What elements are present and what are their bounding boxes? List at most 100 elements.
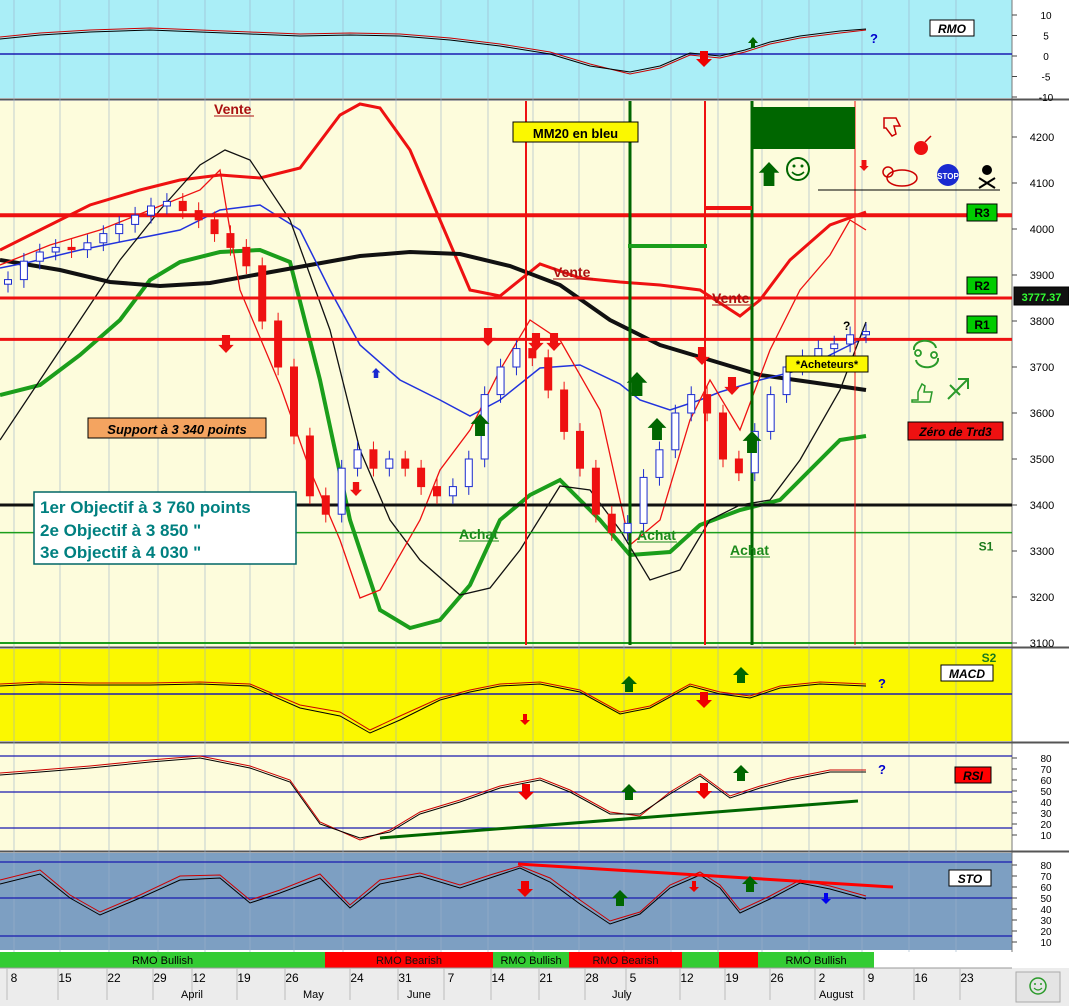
tick-label: 70 <box>1040 765 1052 776</box>
sto-title-box: STO <box>948 869 992 887</box>
candle-body <box>353 449 362 469</box>
tick-label: 10 <box>1040 831 1052 842</box>
smiley-button-icon[interactable] <box>1015 971 1061 1003</box>
candle-body <box>544 357 553 391</box>
month-label: May <box>303 989 324 1001</box>
x-tick-label: 24 <box>350 971 364 985</box>
candle-body <box>417 467 426 488</box>
x-tick-label: 31 <box>398 971 412 985</box>
x-tick-label: 12 <box>680 971 694 985</box>
tick-label: 40 <box>1040 905 1052 916</box>
vente-label-3: Vente <box>712 290 750 306</box>
candle-body <box>178 200 187 212</box>
candle-body <box>242 246 251 267</box>
candle-body <box>274 320 283 368</box>
tick-label: 10 <box>1040 938 1052 949</box>
candle-body <box>496 366 505 396</box>
last-price-label: 3777.37 <box>1022 292 1062 304</box>
candle-body <box>401 458 410 469</box>
price-label: 3700 <box>1030 362 1054 374</box>
candle-body <box>433 486 441 497</box>
x-tick-label: 26 <box>770 971 784 985</box>
tick-label: -10 <box>1039 93 1054 104</box>
candle-body <box>512 348 521 368</box>
candle-body <box>194 210 203 221</box>
candle-body <box>448 486 457 497</box>
rmo-state-band: RMO Bullish RMO Bearish RMO Bullish RMO Bea… <box>0 952 874 968</box>
tick-label: 20 <box>1040 927 1052 938</box>
tick-label: 70 <box>1040 872 1052 883</box>
candle-body <box>766 394 775 432</box>
candle-body <box>607 513 616 534</box>
price-label: 4100 <box>1030 178 1054 190</box>
price-label: 3600 <box>1030 408 1054 420</box>
tick-label: 60 <box>1040 776 1052 787</box>
stock-chart: ? RMO 1050-5-10 420041004000390038003700… <box>0 0 1069 1006</box>
tick-label: 5 <box>1043 32 1049 43</box>
candle-body <box>131 214 140 225</box>
achat-label-3: Achat <box>730 542 769 558</box>
candle-body <box>639 476 648 524</box>
candle-body <box>703 394 712 414</box>
price-label: 3200 <box>1030 592 1054 604</box>
candle-body <box>655 449 664 478</box>
candle-body <box>369 449 378 469</box>
x-tick-label: 16 <box>914 971 928 985</box>
tick-label: 50 <box>1040 894 1052 905</box>
candle-body <box>258 265 267 322</box>
r2-label: R2 <box>974 279 990 293</box>
tick-label: 80 <box>1040 861 1052 872</box>
x-tick-label: 22 <box>107 971 121 985</box>
tick-label: 30 <box>1040 809 1052 820</box>
x-tick-label: 12 <box>192 971 206 985</box>
rmo-band-segment <box>682 952 719 968</box>
svg-text:STOP: STOP <box>937 172 959 181</box>
candle-body <box>4 279 12 285</box>
rsi-title-box: RSI <box>954 766 992 784</box>
tick-label: 50 <box>1040 787 1052 798</box>
candle-body <box>99 233 108 244</box>
candle-body <box>687 394 696 414</box>
candle-body <box>528 348 537 359</box>
candle-body <box>321 495 330 515</box>
month-label: July <box>612 989 632 1001</box>
candle-body <box>623 522 632 534</box>
achat-label-2: Achat <box>637 527 676 543</box>
rmo-panel <box>0 0 1012 98</box>
tick-label: 40 <box>1040 798 1052 809</box>
rmo-title-box: RMO <box>929 19 975 37</box>
rmo-band-label: RMO Bullish <box>132 955 193 967</box>
price-label: 3500 <box>1030 454 1054 466</box>
mm20-label: MM20 en bleu <box>533 126 618 141</box>
x-tick-label: 19 <box>725 971 739 985</box>
tick-label: 60 <box>1040 883 1052 894</box>
rmo-band-label: RMO Bullish <box>785 955 846 967</box>
candle-body <box>734 458 743 474</box>
macd-title-box: MACD <box>940 664 994 682</box>
x-tick-label: 5 <box>630 971 637 985</box>
candle-body <box>305 435 314 497</box>
s2-label: S2 <box>982 651 997 665</box>
candle-body <box>591 467 600 515</box>
objective-3: 3e Objectif à 4 030 " <box>40 543 201 562</box>
candle-body <box>67 246 76 251</box>
candle-body <box>162 200 171 207</box>
price-label: 3300 <box>1030 546 1054 558</box>
svg-text:MACD: MACD <box>949 667 985 681</box>
objective-1: 1er Objectif à 3 760 points <box>40 498 251 517</box>
price-label: 3400 <box>1030 500 1054 512</box>
support-label: Support à 3 340 points <box>107 422 246 437</box>
x-tick-label: 8 <box>11 971 18 985</box>
macd-panel <box>0 649 1012 741</box>
candle-body <box>83 242 92 251</box>
achat-label-1: Achat <box>459 526 498 542</box>
candle-body <box>147 205 155 216</box>
macd-question: ? <box>878 676 886 691</box>
rmo-band-label: RMO Bearish <box>592 955 658 967</box>
vente-label-1: Vente <box>214 101 252 117</box>
candle-body <box>719 412 727 460</box>
x-tick-label: 26 <box>285 971 299 985</box>
tick-label: 20 <box>1040 820 1052 831</box>
tick-label: 80 <box>1040 754 1052 765</box>
price-label: 3800 <box>1030 316 1054 328</box>
